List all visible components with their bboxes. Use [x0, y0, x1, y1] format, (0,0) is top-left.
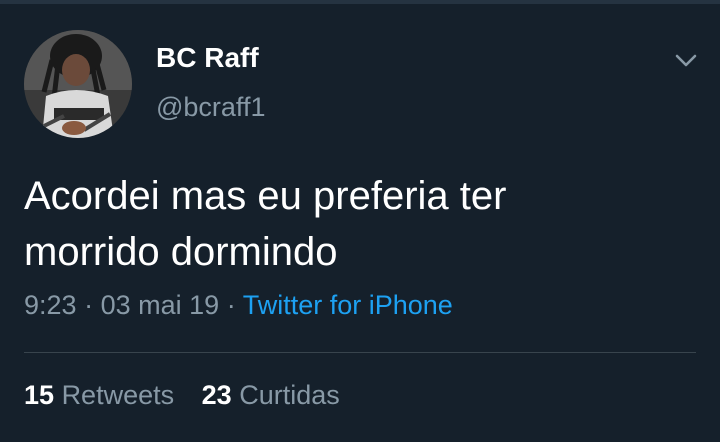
tweet-text-line: morrido dormindo	[24, 230, 338, 274]
retweets-stat[interactable]: 15 Retweets	[24, 380, 182, 410]
avatar[interactable]	[24, 30, 132, 138]
likes-stat[interactable]: 23 Curtidas	[202, 380, 340, 410]
likes-count: 23	[201, 380, 232, 410]
display-name[interactable]: BC Raff	[156, 42, 259, 74]
tweet-meta: 9:23 · 03 mai 19 · Twitter for iPhone	[24, 290, 453, 321]
retweets-label: Retweets	[61, 380, 175, 410]
username[interactable]: @bcraff1	[156, 92, 265, 123]
tweet-date[interactable]: 03 mai 19	[101, 290, 220, 320]
tweet-source-link[interactable]: Twitter for iPhone	[243, 290, 453, 320]
top-divider	[0, 0, 720, 4]
profile-photo	[24, 30, 132, 138]
tweet-text: Acordei mas eu preferia ter morrido dorm…	[24, 168, 684, 280]
tweet-card: BC Raff @bcraff1 Acordei mas eu preferia…	[0, 0, 720, 442]
meta-separator: ·	[226, 290, 236, 320]
likes-label: Curtidas	[239, 380, 340, 410]
retweets-count: 15	[24, 380, 55, 410]
tweet-text-line: Acordei mas eu preferia ter	[24, 174, 507, 218]
meta-separator: ·	[84, 290, 94, 320]
tweet-stats: 15 Retweets 23 Curtidas	[24, 380, 340, 411]
chevron-down-icon[interactable]	[672, 46, 700, 74]
tweet-time[interactable]: 9:23	[24, 290, 77, 320]
stats-divider	[24, 352, 696, 353]
